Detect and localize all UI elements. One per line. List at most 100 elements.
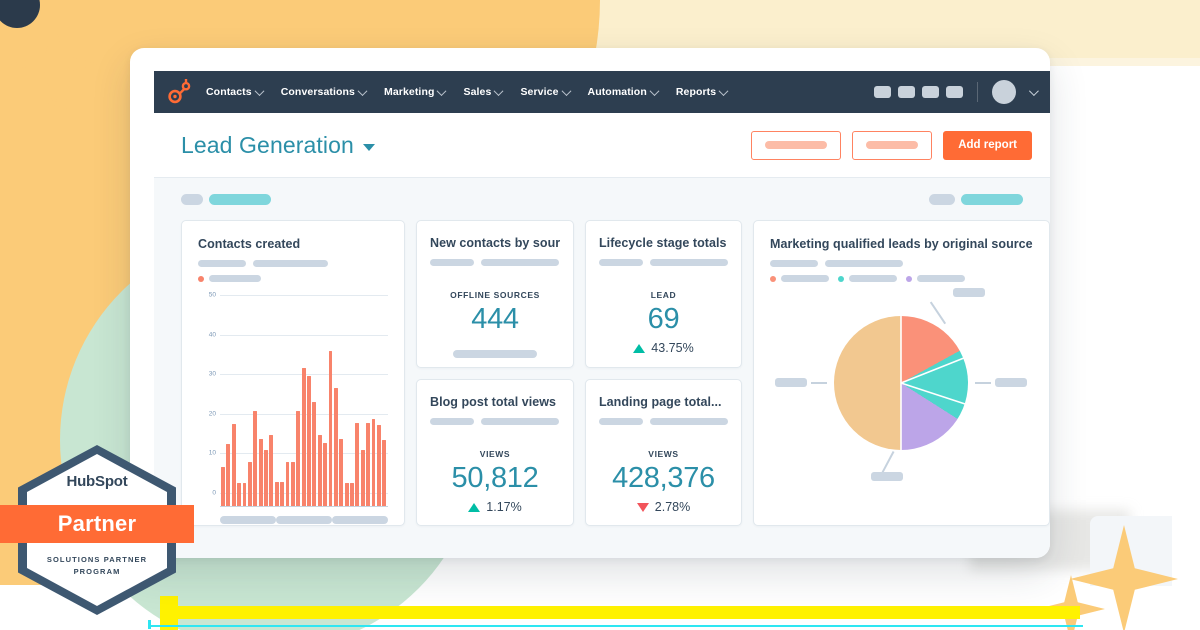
- bar[interactable]: [382, 439, 387, 507]
- header-action-button-2[interactable]: [852, 130, 933, 160]
- card-subtitle-placeholders: [430, 418, 560, 425]
- y-axis-tick: 50: [208, 291, 216, 299]
- kpi-value: 50,812: [451, 462, 539, 494]
- subtitle-placeholder: [825, 260, 903, 267]
- card-subtitle-placeholders: [770, 260, 1033, 267]
- bar[interactable]: [274, 482, 279, 507]
- bar[interactable]: [355, 423, 360, 507]
- nav-item-automation[interactable]: Automation: [588, 85, 660, 98]
- bar[interactable]: [350, 482, 354, 507]
- gridline: [220, 295, 388, 296]
- bar[interactable]: [264, 449, 268, 507]
- kpi-value: 69: [647, 303, 680, 335]
- filter-placeholder[interactable]: [961, 193, 1023, 205]
- avatar[interactable]: [992, 80, 1016, 104]
- legend-item[interactable]: [770, 275, 829, 282]
- top-navigation-bar: Contacts Conversations Marketing Sales S…: [154, 71, 1050, 113]
- legend-item[interactable]: [198, 275, 261, 282]
- bar[interactable]: [301, 368, 306, 507]
- bar[interactable]: [296, 410, 301, 507]
- subtitle-placeholder: [481, 418, 559, 425]
- nav-item-marketing[interactable]: Marketing: [384, 85, 447, 98]
- bar[interactable]: [366, 423, 370, 507]
- bar[interactable]: [247, 462, 252, 507]
- callout-leader: [881, 451, 895, 473]
- chevron-down-icon[interactable]: [1028, 85, 1039, 96]
- bar[interactable]: [333, 388, 338, 507]
- nav-label: Sales: [463, 86, 492, 98]
- bar[interactable]: [280, 482, 284, 507]
- page-title[interactable]: Lead Generation: [181, 132, 375, 159]
- header-actions: Add report: [751, 130, 1032, 160]
- column-pie: Marketing qualified leads by original so…: [753, 220, 1050, 526]
- bar[interactable]: [226, 443, 231, 507]
- bar[interactable]: [307, 376, 311, 507]
- settings-gear-icon[interactable]: [898, 86, 915, 98]
- bar[interactable]: [253, 411, 258, 507]
- filter-placeholder[interactable]: [929, 193, 955, 205]
- legend-item[interactable]: [838, 275, 897, 282]
- bar[interactable]: [328, 350, 333, 507]
- cyan-tick: [148, 620, 151, 629]
- subtitle-placeholder: [253, 260, 328, 267]
- marketplace-icon[interactable]: [874, 86, 891, 98]
- legend-dot-icon: [770, 275, 776, 282]
- kpi-metric-label: OFFLINE SOURCES: [450, 290, 540, 300]
- bar[interactable]: [231, 423, 236, 507]
- bar[interactable]: [371, 419, 376, 507]
- caret-down-icon[interactable]: [362, 143, 375, 151]
- triangle-up-icon: [633, 343, 646, 353]
- add-report-button[interactable]: Add report: [943, 130, 1032, 160]
- help-icon[interactable]: [922, 86, 939, 98]
- bar[interactable]: [242, 483, 247, 507]
- bar[interactable]: [360, 449, 365, 507]
- bar[interactable]: [339, 438, 344, 507]
- subtitle-placeholder: [650, 259, 728, 266]
- nav-item-sales[interactable]: Sales: [463, 85, 504, 98]
- nav-item-conversations[interactable]: Conversations: [281, 85, 368, 98]
- yellow-rule: [160, 606, 1080, 619]
- bar[interactable]: [376, 425, 381, 507]
- card-title: Contacts created: [198, 237, 301, 251]
- header-action-button-1[interactable]: [751, 130, 842, 160]
- dashboard-filters-left: [181, 193, 271, 205]
- bar[interactable]: [221, 466, 225, 507]
- nav-item-reports[interactable]: Reports: [676, 85, 729, 98]
- chevron-down-icon: [718, 85, 729, 96]
- dashboard-grid: Contacts created 0 10 20 30 40 50 New co…: [154, 220, 1050, 526]
- badge-brand-text: HubSpot: [66, 473, 128, 490]
- card-new-contacts-by-source: New contacts by source OFFLINE SOURCES 4…: [416, 220, 574, 368]
- filter-placeholder[interactable]: [209, 193, 271, 205]
- bar[interactable]: [269, 434, 274, 507]
- legend-dot-icon: [906, 275, 912, 282]
- nav-divider: [977, 82, 978, 102]
- filter-placeholder[interactable]: [181, 193, 203, 205]
- hubspot-sprocket-logo[interactable]: [166, 79, 192, 105]
- bar[interactable]: [312, 402, 317, 507]
- hubspot-partner-badge: HubSpot Partner SOLUTIONS PARTNER PROGRA…: [0, 445, 194, 615]
- nav-menu: Contacts Conversations Marketing Sales S…: [206, 85, 874, 98]
- bar[interactable]: [290, 461, 295, 507]
- pie-chart: [770, 288, 1033, 520]
- kpi-delta: 1.17%: [430, 500, 560, 514]
- dashboard-body: Contacts created 0 10 20 30 40 50 New co…: [154, 177, 1050, 558]
- badge-ribbon: Partner: [0, 505, 194, 543]
- bar[interactable]: [285, 461, 290, 507]
- column-kpi-2: Lifecycle stage totals LEAD 69 43.75% La…: [585, 220, 742, 526]
- bar[interactable]: [317, 434, 322, 507]
- bar[interactable]: [323, 442, 327, 507]
- chart-legend: [198, 275, 388, 282]
- card-subtitle-placeholders: [198, 260, 388, 267]
- bar[interactable]: [258, 438, 263, 507]
- bar[interactable]: [237, 483, 241, 507]
- legend-item[interactable]: [906, 275, 965, 282]
- notifications-icon[interactable]: [946, 86, 963, 98]
- callout-leader: [975, 382, 992, 384]
- legend-label-placeholder: [209, 275, 261, 282]
- bar[interactable]: [344, 482, 349, 507]
- kpi-metric-label: LEAD: [650, 290, 677, 300]
- nav-item-service[interactable]: Service: [520, 85, 571, 98]
- subtitle-placeholder: [430, 418, 474, 425]
- pie-slice-separators: [900, 316, 967, 450]
- nav-item-contacts[interactable]: Contacts: [206, 85, 265, 98]
